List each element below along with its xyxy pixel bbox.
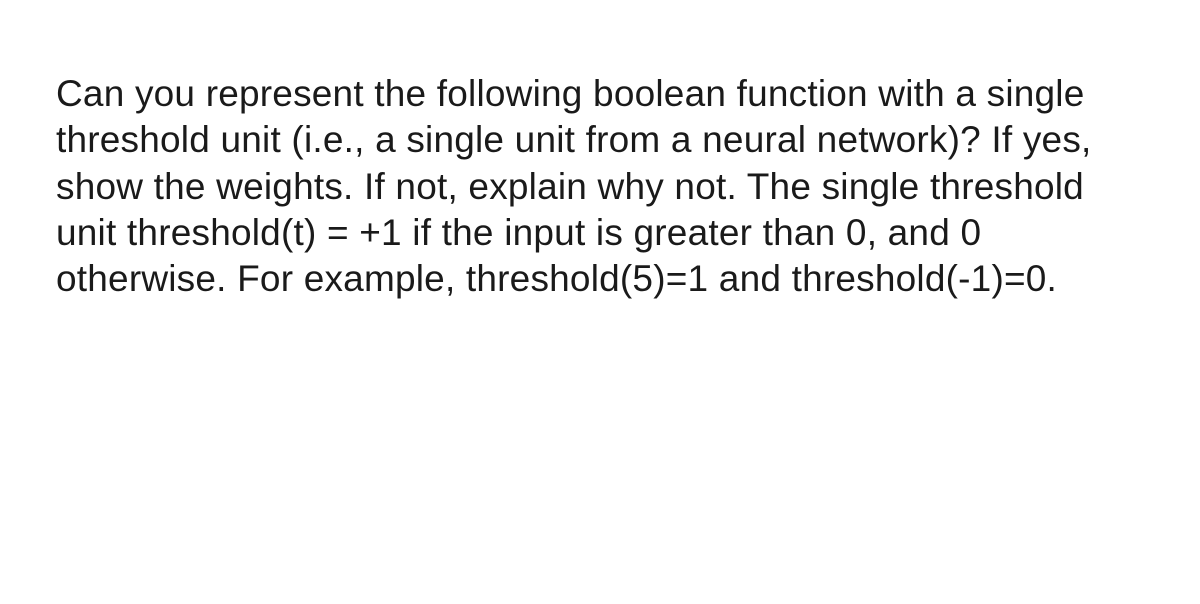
page: Can you represent the following boolean … (0, 0, 1200, 302)
question-text: Can you represent the following boolean … (56, 71, 1144, 302)
